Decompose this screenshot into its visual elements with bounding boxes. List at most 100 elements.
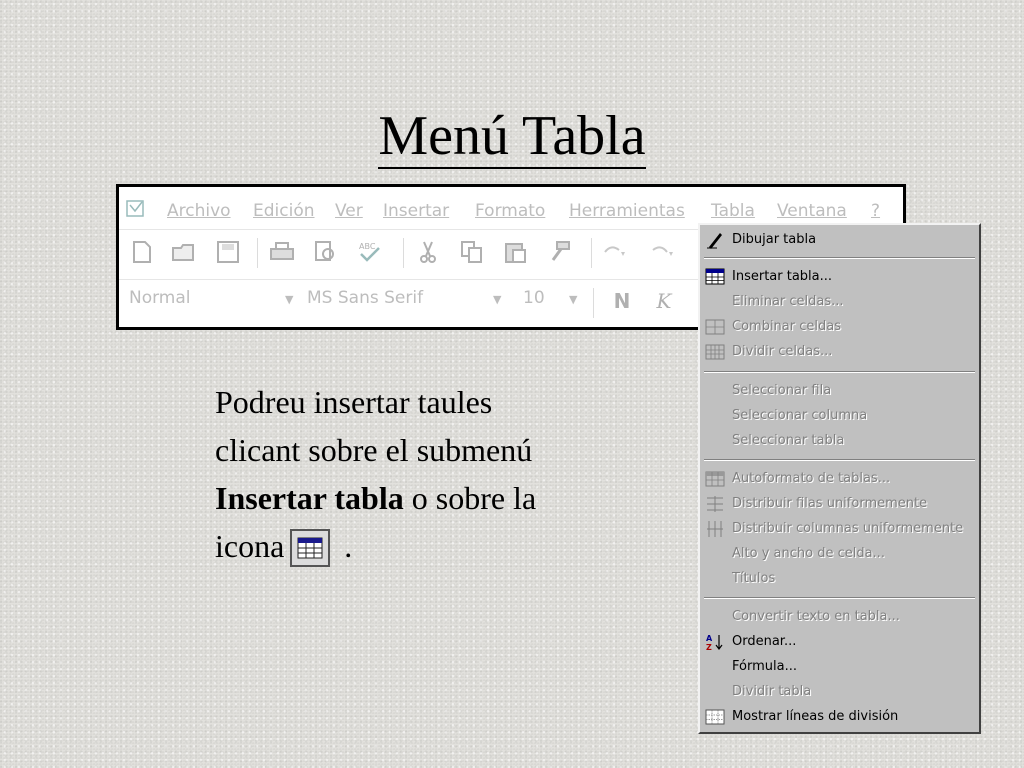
menu-item-seleccionar-tabla[interactable]: Seleccionar tabla (700, 429, 979, 453)
menu-item-label: Títulos (732, 571, 776, 586)
gridlines-icon (705, 709, 725, 725)
menu-item-seleccionar-fila[interactable]: Seleccionar fila (700, 379, 979, 403)
menu-bar: Archivo Edición Ver Insertar Formato Her… (119, 193, 903, 221)
insert-table-icon (705, 268, 725, 285)
instruction-paragraph: Podreu insertar taules clicant sobre el … (215, 378, 655, 570)
menu-item-label: Seleccionar fila (732, 383, 832, 398)
menu-item-titulos[interactable]: Títulos (700, 567, 979, 591)
italic-button[interactable]: K (651, 288, 677, 314)
menu-separator (704, 459, 975, 461)
print-icon[interactable] (269, 240, 295, 266)
chevron-down-icon[interactable]: ▼ (285, 293, 293, 306)
menu-item-seleccionar-columna[interactable]: Seleccionar columna (700, 404, 979, 428)
menu-item-combinar-celdas[interactable]: Combinar celdas (700, 315, 979, 339)
font-combo[interactable]: MS Sans Serif ▼ (307, 288, 507, 308)
menu-item-label: Fórmula... (732, 659, 797, 674)
menu-separator (704, 257, 975, 259)
menu-ventana[interactable]: Ventana (777, 201, 847, 221)
menu-item-label: Eliminar celdas... (732, 294, 844, 309)
tabla-dropdown-menu: Dibujar tabla Insertar tabla... Eliminar… (698, 223, 981, 734)
chevron-down-icon[interactable]: ▼ (493, 293, 501, 306)
menu-ver[interactable]: Ver (335, 201, 363, 221)
para-line-1: Podreu insertar taules (215, 384, 493, 420)
menu-item-label: Distribuir columnas uniformemente (732, 521, 964, 536)
menu-item-label: Autoformato de tablas... (732, 471, 891, 486)
svg-text:A: A (706, 634, 713, 643)
menu-edicion[interactable]: Edición (253, 201, 315, 221)
distribute-columns-icon (707, 521, 723, 537)
menu-separator (704, 371, 975, 373)
format-painter-icon[interactable] (547, 240, 573, 266)
menu-item-label: Dibujar tabla (732, 232, 817, 247)
menu-item-alto-ancho[interactable]: Alto y ancho de celda... (700, 542, 979, 566)
menu-item-formula[interactable]: Fórmula... (700, 655, 979, 679)
menu-item-label: Alto y ancho de celda... (732, 546, 885, 561)
menu-separator (704, 597, 975, 599)
menu-item-label: Seleccionar tabla (732, 433, 845, 448)
style-combo[interactable]: Normal ▼ (129, 288, 297, 308)
menu-item-label: Mostrar líneas de división (732, 709, 899, 724)
style-combo-value: Normal (129, 288, 191, 308)
spelling-icon[interactable]: ABC (357, 240, 383, 266)
toolbar-separator (591, 238, 592, 268)
menu-item-label: Seleccionar columna (732, 408, 868, 423)
bold-button[interactable]: N (609, 288, 635, 314)
menu-help[interactable]: ? (871, 201, 880, 221)
slide-title-text: Menú Tabla (378, 105, 646, 169)
menu-formato[interactable]: Formato (475, 201, 545, 221)
menu-item-label: Insertar tabla... (732, 269, 833, 284)
slide-title: Menú Tabla (0, 100, 1024, 172)
distribute-rows-icon (707, 496, 723, 512)
font-combo-value: MS Sans Serif (307, 288, 424, 308)
undo-icon[interactable] (601, 240, 627, 266)
menu-item-label: Dividir celdas... (732, 344, 833, 359)
size-combo[interactable]: 10 ▼ (523, 288, 583, 308)
para-line-2: clicant sobre el submenú (215, 432, 533, 468)
para-line-4-start: icona (215, 528, 285, 564)
svg-text:ABC: ABC (359, 242, 376, 251)
para-bold-insertar-tabla: Insertar tabla (215, 480, 404, 516)
pencil-icon (707, 233, 722, 249)
open-folder-icon[interactable] (171, 240, 197, 266)
toolbar-separator (403, 238, 404, 268)
menu-item-label: Distribuir filas uniformemente (732, 496, 928, 511)
copy-icon[interactable] (459, 240, 485, 266)
menu-item-distribuir-filas[interactable]: Distribuir filas uniformemente (700, 492, 979, 516)
menu-item-eliminar-celdas[interactable]: Eliminar celdas... (700, 290, 979, 314)
cut-icon[interactable] (415, 240, 441, 266)
menu-item-convertir-texto[interactable]: Convertir texto en tabla... (700, 605, 979, 629)
chevron-down-icon[interactable]: ▼ (569, 293, 577, 306)
document-icon (126, 200, 144, 217)
menu-item-label: Combinar celdas (732, 319, 841, 334)
sort-az-icon: AZ (706, 634, 723, 651)
menu-item-distribuir-columnas[interactable]: Distribuir columnas uniformemente (700, 517, 979, 541)
menu-item-autoformato[interactable]: Autoformato de tablas... (700, 467, 979, 491)
menu-item-mostrar-lineas[interactable]: Mostrar líneas de división (700, 705, 979, 729)
menu-item-dibujar-tabla[interactable]: Dibujar tabla (700, 228, 979, 252)
menu-item-ordenar[interactable]: AZ Ordenar... (700, 630, 979, 654)
menu-item-dividir-celdas[interactable]: Dividir celdas... (700, 340, 979, 364)
menu-insertar[interactable]: Insertar (383, 201, 449, 221)
menu-item-label: Ordenar... (732, 634, 797, 649)
insert-table-button-icon (290, 529, 331, 567)
menu-item-label: Convertir texto en tabla... (732, 609, 900, 624)
split-cells-icon (705, 344, 725, 360)
toolbar-separator (257, 238, 258, 268)
menu-item-dividir-tabla[interactable]: Dividir tabla (700, 680, 979, 704)
menu-archivo[interactable]: Archivo (167, 201, 231, 221)
new-document-icon[interactable] (129, 240, 155, 266)
merge-cells-icon (705, 319, 725, 335)
print-preview-icon[interactable] (313, 240, 339, 266)
menu-herramientas[interactable]: Herramientas (569, 201, 685, 221)
paste-icon[interactable] (503, 240, 529, 266)
menu-tabla[interactable]: Tabla (711, 201, 755, 221)
toolbar-separator (593, 288, 594, 318)
para-line-4-end: . (344, 528, 353, 564)
menu-item-insertar-tabla[interactable]: Insertar tabla... (700, 265, 979, 289)
para-line-3-rest: o sobre la (403, 480, 537, 516)
table-autoformat-icon (705, 471, 725, 487)
save-icon[interactable] (215, 240, 241, 266)
svg-text:Z: Z (706, 643, 712, 651)
size-combo-value: 10 (523, 288, 545, 308)
redo-icon[interactable] (649, 240, 675, 266)
